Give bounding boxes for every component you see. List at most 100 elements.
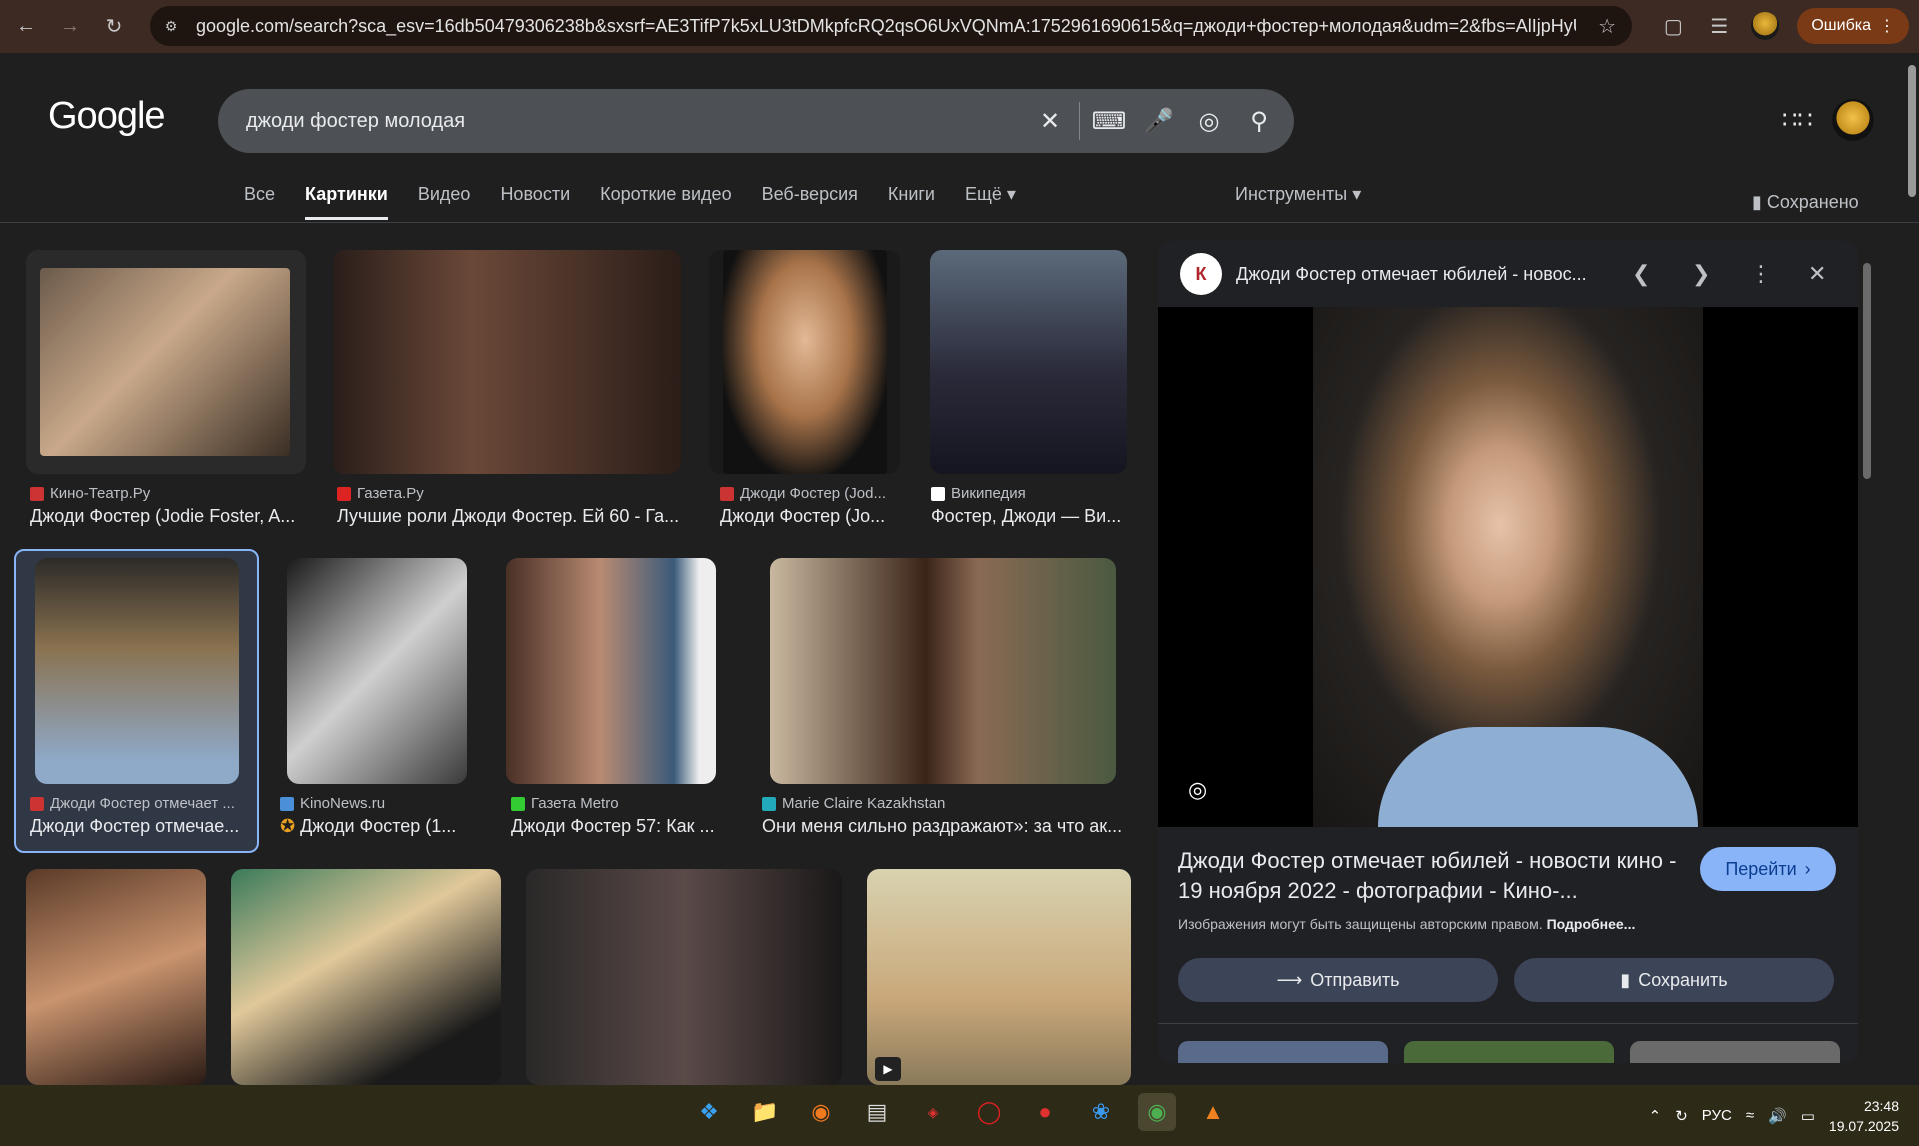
result-title[interactable]: Джоди Фостер 57: Как ... <box>511 816 721 837</box>
learn-more-link[interactable]: Подробнее... <box>1547 916 1636 932</box>
firefox-icon[interactable]: ◉ <box>802 1093 840 1131</box>
clock[interactable]: 23:48 19.07.2025 <box>1829 1096 1899 1136</box>
extensions-icon[interactable]: ▢ <box>1659 14 1687 39</box>
tab-more[interactable]: Ещё ▾ <box>965 184 1016 220</box>
saved-link[interactable]: ▮ Сохранено <box>1752 192 1859 213</box>
volume-icon[interactable]: 🔊 <box>1768 1107 1787 1125</box>
tab-news[interactable]: Новости <box>500 184 570 220</box>
save-button[interactable]: ▮ Сохранить <box>1514 958 1834 1002</box>
panel-scroll-thumb[interactable] <box>1863 263 1871 479</box>
tab-books[interactable]: Книги <box>888 184 935 220</box>
result-source[interactable]: Marie Claire Kazakhstan <box>762 795 1122 812</box>
butterfly-app-icon[interactable]: ❀ <box>1082 1093 1120 1131</box>
tools-menu[interactable]: Инструменты ▾ <box>1235 184 1361 205</box>
image-result[interactable]: ▶ <box>867 869 1131 1085</box>
tab-web[interactable]: Веб-версия <box>762 184 858 220</box>
copyright-text: Изображения могут быть защищены авторски… <box>1178 916 1543 932</box>
lens-search-icon[interactable]: ◎ <box>1188 777 1218 807</box>
iobit-icon[interactable]: ◈ <box>914 1093 952 1131</box>
tab-all[interactable]: Все <box>244 184 275 220</box>
close-icon[interactable]: ✕ <box>1808 261 1826 287</box>
more-options-icon[interactable]: ⋮ <box>1750 261 1772 287</box>
next-chevron-icon[interactable]: ❯ <box>1692 261 1710 287</box>
share-button[interactable]: ⟶ Отправить <box>1178 958 1498 1002</box>
site-info-icon[interactable]: ⚙ <box>160 15 182 37</box>
result-source[interactable]: Википедия <box>931 485 1126 502</box>
language-indicator[interactable]: РУС <box>1702 1107 1732 1124</box>
result-title[interactable]: Они меня сильно раздражают»: за что ак..… <box>762 816 1127 837</box>
google-logo[interactable]: Google <box>48 95 166 138</box>
result-title[interactable]: ✪ Джоди Фостер (1... <box>280 816 470 837</box>
result-title[interactable]: Джоди Фостер (Jo... <box>720 506 900 527</box>
preview-image[interactable]: ◎ <box>1158 307 1858 827</box>
page-scrollbar[interactable] <box>1905 53 1919 1083</box>
lens-icon[interactable]: ◎ <box>1184 107 1234 136</box>
media-control-icon[interactable]: ☰ <box>1705 14 1733 39</box>
image-result[interactable] <box>26 869 206 1085</box>
image-result[interactable] <box>770 558 1116 784</box>
image-result[interactable] <box>231 869 501 1085</box>
clear-icon[interactable]: ✕ <box>1025 107 1075 136</box>
search-input[interactable]: джоди фостер молодая <box>246 110 1025 133</box>
start-icon[interactable]: ❖ <box>690 1093 728 1131</box>
page-scroll-thumb[interactable] <box>1908 65 1916 197</box>
prev-chevron-icon[interactable]: ❮ <box>1632 261 1650 287</box>
panel-scrollbar[interactable] <box>1862 247 1872 1057</box>
wifi-icon[interactable]: ≈ <box>1746 1107 1754 1124</box>
result-title[interactable]: Фостер, Джоди — Ви... <box>931 506 1126 527</box>
result-title[interactable]: Джоди Фостер отмечае... <box>30 816 255 837</box>
result-source[interactable]: Газета Metro <box>511 795 721 812</box>
apps-grid-icon[interactable]: ∷∷ <box>1782 106 1813 135</box>
result-title[interactable]: Джоди Фостер (Jodie Foster, A... <box>30 506 310 527</box>
result-title[interactable]: Лучшие роли Джоди Фостер. Ей 60 - Га... <box>337 506 682 527</box>
forward-icon[interactable]: → <box>52 9 88 45</box>
image-result[interactable] <box>506 558 716 784</box>
image-result[interactable] <box>709 250 900 474</box>
image-result[interactable] <box>930 250 1127 474</box>
tray-overflow-icon[interactable]: ⌃ <box>1649 1107 1662 1125</box>
opera-icon[interactable]: ◯ <box>970 1093 1008 1131</box>
result-source[interactable]: KinoNews.ru <box>280 795 470 812</box>
error-button[interactable]: Ошибка ⋮ <box>1797 8 1909 44</box>
bookmark-star-icon[interactable]: ☆ <box>1598 14 1616 39</box>
related-thumb[interactable] <box>1630 1041 1840 1063</box>
related-thumb[interactable] <box>1178 1041 1388 1063</box>
bookmark-icon: ▮ <box>1752 192 1762 212</box>
tab-video[interactable]: Видео <box>418 184 471 220</box>
back-icon[interactable]: ← <box>8 9 44 45</box>
reload-icon[interactable]: ↻ <box>96 9 132 45</box>
image-result[interactable] <box>35 558 239 784</box>
account-avatar[interactable] <box>1832 99 1874 141</box>
result-source[interactable]: Джоди Фостер отмечает ... <box>30 795 255 812</box>
url-text[interactable]: google.com/search?sca_esv=16db5047930623… <box>196 16 1576 37</box>
image-result[interactable] <box>526 869 842 1085</box>
chrome-icon[interactable]: ◉ <box>1138 1093 1176 1131</box>
source-name: Джоди Фостер отмечает ... <box>50 795 235 812</box>
yandex-browser-icon[interactable]: ● <box>1026 1093 1064 1131</box>
result-source[interactable]: Кино-Театр.Ру <box>30 485 310 502</box>
panel-title[interactable]: Джоди Фостер отмечает юбилей - новос... <box>1236 264 1616 285</box>
visit-button[interactable]: Перейти › <box>1700 847 1836 891</box>
related-thumb[interactable] <box>1404 1041 1614 1063</box>
keyboard-icon[interactable]: ⌨ <box>1084 107 1134 136</box>
document-icon[interactable]: ▤ <box>858 1093 896 1131</box>
result-source[interactable]: Джоди Фостер (Jod... <box>720 485 900 502</box>
tab-short-videos[interactable]: Короткие видео <box>600 184 731 220</box>
address-bar[interactable]: ⚙ google.com/search?sca_esv=16db50479306… <box>150 6 1632 46</box>
search-icon[interactable]: ⚲ <box>1234 107 1284 136</box>
battery-icon[interactable]: ▭ <box>1801 1107 1815 1125</box>
sync-icon[interactable]: ↻ <box>1675 1107 1688 1125</box>
vlc-icon[interactable]: ▲ <box>1194 1093 1232 1131</box>
source-favicon <box>511 796 525 811</box>
image-result[interactable] <box>26 250 306 474</box>
profile-avatar-small[interactable] <box>1751 12 1780 40</box>
microphone-icon[interactable]: 🎤 <box>1134 107 1184 136</box>
search-box[interactable]: джоди фостер молодая ✕ ⌨ 🎤 ◎ ⚲ <box>218 89 1294 153</box>
result-source[interactable]: Газета.Ру <box>337 485 677 502</box>
image-caption[interactable]: Джоди Фостер отмечает юбилей - новости к… <box>1178 846 1678 906</box>
image-result[interactable] <box>333 250 681 474</box>
source-logo[interactable]: К <box>1180 253 1222 295</box>
file-explorer-icon[interactable]: 📁 <box>746 1093 784 1131</box>
tab-images[interactable]: Картинки <box>305 184 388 220</box>
image-result[interactable] <box>287 558 467 784</box>
